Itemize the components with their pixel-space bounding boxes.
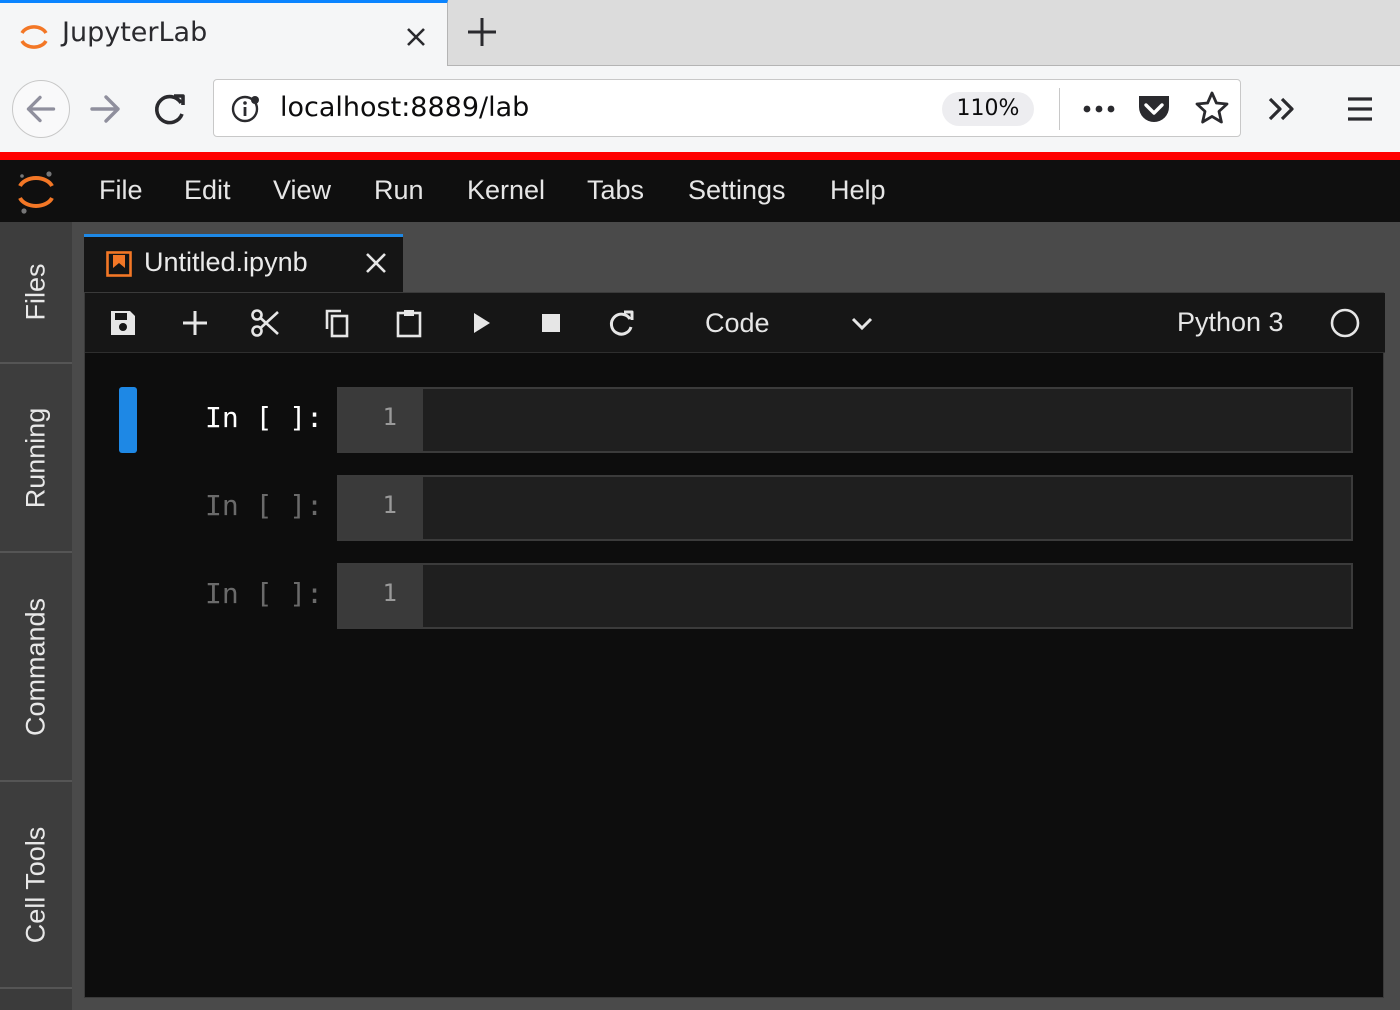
reload-icon bbox=[155, 94, 185, 125]
top-stripe bbox=[0, 152, 1400, 160]
code-cell[interactable]: In [ ]: 1 bbox=[85, 387, 1385, 453]
sidebar-tab-running[interactable]: Running bbox=[0, 364, 72, 553]
jupyter-logo-icon bbox=[18, 171, 54, 214]
notebook-document-tab[interactable]: Untitled.ipynb bbox=[84, 234, 403, 294]
back-arrow-icon bbox=[26, 95, 56, 123]
kernel-name[interactable]: Python 3 bbox=[1177, 307, 1284, 338]
jupyter-favicon-icon bbox=[20, 25, 48, 49]
active-cell-indicator[interactable] bbox=[119, 387, 137, 453]
menu-run[interactable]: Run bbox=[374, 175, 424, 206]
left-sidebar: Files Running Commands Cell Tools bbox=[0, 222, 72, 1010]
cell-type-value: Code bbox=[705, 308, 770, 338]
chevron-down-icon bbox=[851, 317, 873, 331]
close-tab-icon[interactable] bbox=[402, 23, 430, 51]
menu-kernel[interactable]: Kernel bbox=[467, 175, 545, 206]
page-actions-icon[interactable] bbox=[1080, 94, 1118, 124]
cut-icon[interactable] bbox=[249, 307, 281, 339]
run-icon[interactable] bbox=[465, 307, 497, 339]
notebook-toolbar: Code Python 3 bbox=[85, 293, 1385, 353]
reload-button[interactable] bbox=[140, 80, 198, 138]
sidebar-tab-commands[interactable]: Commands bbox=[0, 553, 72, 782]
kernel-idle-status-icon bbox=[1330, 308, 1360, 338]
menu-tabs[interactable]: Tabs bbox=[587, 175, 644, 206]
code-cell[interactable]: In [ ]: 1 bbox=[85, 563, 1385, 629]
save-icon[interactable] bbox=[107, 307, 139, 339]
line-number: 1 bbox=[382, 403, 397, 431]
copy-icon[interactable] bbox=[321, 307, 353, 339]
input-prompt: In [ ]: bbox=[205, 401, 324, 434]
sidebar-tab-label: Commands bbox=[20, 597, 51, 736]
overflow-chevrons-icon[interactable] bbox=[1262, 92, 1302, 126]
cell-type-dropdown[interactable]: Code bbox=[689, 303, 889, 343]
cell-editor[interactable]: 1 bbox=[337, 475, 1353, 541]
restart-icon[interactable] bbox=[605, 307, 637, 339]
browser-tab[interactable]: JupyterLab bbox=[0, 0, 448, 66]
line-number-gutter: 1 bbox=[339, 565, 423, 627]
forward-button[interactable] bbox=[78, 80, 136, 138]
sidebar-tab-label: Cell Tools bbox=[20, 826, 51, 943]
input-prompt: In [ ]: bbox=[205, 489, 324, 522]
zoom-level-badge[interactable]: 110% bbox=[942, 92, 1034, 126]
paste-icon[interactable] bbox=[393, 307, 425, 339]
cell-editor[interactable]: 1 bbox=[337, 563, 1353, 629]
urlbar-divider bbox=[1059, 88, 1060, 130]
sidebar-tab-files[interactable]: Files bbox=[0, 222, 72, 364]
menu-view[interactable]: View bbox=[273, 175, 331, 206]
line-number-gutter: 1 bbox=[339, 389, 423, 451]
pocket-icon[interactable] bbox=[1136, 92, 1172, 126]
sidebar-tab-label: Files bbox=[20, 263, 51, 321]
browser-tab-title: JupyterLab bbox=[62, 17, 208, 48]
browser-tabstrip: JupyterLab bbox=[0, 0, 1400, 66]
line-number: 1 bbox=[382, 491, 397, 519]
menu-edit[interactable]: Edit bbox=[184, 175, 231, 206]
main-dock-area: Untitled.ipynb Code Python 3 In []: 1 I… bbox=[72, 222, 1400, 1010]
notebook-panel: Code Python 3 In [ ]: 1 In [ ]: 1 In []… bbox=[84, 292, 1385, 998]
sidebar-tab-label: Running bbox=[20, 407, 51, 508]
hamburger-menu-icon[interactable] bbox=[1340, 92, 1380, 126]
add-cell-icon[interactable] bbox=[179, 307, 211, 339]
line-number-gutter: 1 bbox=[339, 477, 423, 539]
stop-icon[interactable] bbox=[535, 307, 567, 339]
document-tab-title: Untitled.ipynb bbox=[144, 247, 308, 277]
line-number: 1 bbox=[382, 579, 397, 607]
cell-editor[interactable]: 1 bbox=[337, 387, 1353, 453]
jupyterlab-menubar: File Edit View Run Kernel Tabs Settings … bbox=[0, 160, 1400, 222]
url-text[interactable]: localhost:8889/lab bbox=[280, 92, 529, 123]
bookmark-star-icon[interactable] bbox=[1194, 90, 1230, 126]
sidebar-tab-cell-tools[interactable]: Cell Tools bbox=[0, 782, 72, 989]
notebook-icon bbox=[106, 251, 132, 277]
menu-file[interactable]: File bbox=[99, 175, 143, 206]
code-cell[interactable]: In [ ]: 1 bbox=[85, 475, 1385, 541]
menu-help[interactable]: Help bbox=[830, 175, 886, 206]
browser-navbar: localhost:8889/lab 110% bbox=[0, 66, 1400, 152]
close-icon[interactable] bbox=[364, 251, 388, 275]
back-button[interactable] bbox=[12, 80, 70, 138]
forward-arrow-icon bbox=[90, 95, 120, 123]
site-info-icon[interactable] bbox=[230, 94, 260, 124]
menu-settings[interactable]: Settings bbox=[688, 175, 786, 206]
new-tab-icon[interactable] bbox=[464, 14, 500, 50]
address-bar[interactable]: localhost:8889/lab 110% bbox=[213, 79, 1241, 137]
input-prompt: In [ ]: bbox=[205, 577, 324, 610]
